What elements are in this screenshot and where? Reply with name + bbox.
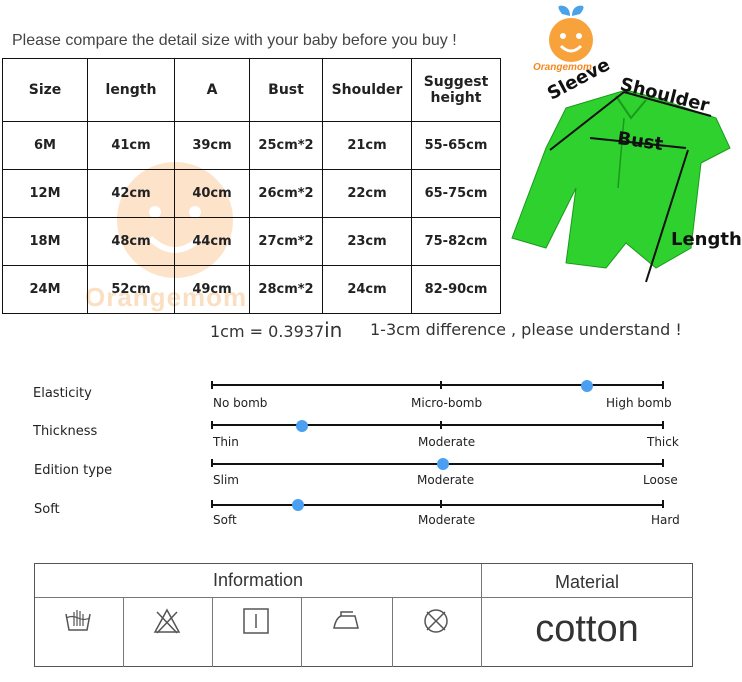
intro-text: Please compare the detail size with your… <box>12 32 457 49</box>
soft-marker <box>291 499 304 511</box>
scale-option: Moderate <box>418 435 476 449</box>
bust-header-cell: Bust <box>249 58 323 122</box>
scale-option: Moderate <box>417 473 475 487</box>
conversion-unit: in <box>324 318 343 342</box>
hand-wash-icon <box>65 610 91 631</box>
a-cell: 49cm <box>174 265 250 314</box>
scale-option: Hard <box>651 513 680 527</box>
scale-tick <box>662 500 664 508</box>
scale-option: Thin <box>213 435 239 449</box>
thickness-scale-line <box>212 424 664 426</box>
length-cell: 48cm <box>87 217 175 266</box>
length-cell: 41cm <box>87 121 175 170</box>
table-row: 18M 48cm 44cm 27cm*2 23cm 75-82cm <box>2 217 501 266</box>
a-header-cell: A <box>174 58 250 122</box>
shoulder-cell: 24cm <box>322 265 412 314</box>
scale-tick <box>440 421 442 429</box>
tumble-dry-icon <box>243 608 269 634</box>
scale-option: Micro-bomb <box>411 396 483 410</box>
scale-tick <box>211 421 213 429</box>
size-header-cell: Size <box>2 58 88 122</box>
table-row: 12M 42cm 40cm 26cm*2 22cm 65-75cm <box>2 169 501 218</box>
height-cell: 75-82cm <box>411 217 501 266</box>
scale-tick <box>211 381 213 389</box>
soft-scale-line <box>212 504 664 506</box>
scale-tick <box>211 500 213 508</box>
divider <box>35 597 481 598</box>
elasticity-scale-line <box>212 384 664 386</box>
shoulder-cell: 22cm <box>322 169 412 218</box>
scale-option: High bomb <box>606 396 672 410</box>
divider <box>392 597 393 667</box>
size-cell: 6M <box>2 121 88 170</box>
thickness-label: Thickness <box>33 424 98 439</box>
shoulder-cell: 21cm <box>322 121 412 170</box>
difference-note: 1-3cm difference , please understand ! <box>370 320 682 339</box>
divider <box>301 597 302 667</box>
scale-tick <box>440 500 442 508</box>
scale-option: Slim <box>213 473 239 487</box>
scale-tick <box>662 421 664 429</box>
length-header-cell: length <box>87 58 175 122</box>
scale-tick <box>662 459 664 467</box>
material-title: Material <box>554 572 620 592</box>
edition-type-marker <box>436 458 449 470</box>
information-title: Information <box>212 570 304 590</box>
size-table-header-row: Size length A Bust Shoulder Suggest heig… <box>2 58 501 122</box>
size-chart-table: Size length A Bust Shoulder Suggest heig… <box>2 58 501 314</box>
size-cell: 18M <box>2 217 88 266</box>
scale-tick <box>211 459 213 467</box>
iron-icon <box>333 611 359 629</box>
elasticity-label: Elasticity <box>33 386 92 401</box>
a-cell: 44cm <box>174 217 250 266</box>
divider <box>481 597 693 598</box>
table-row: 6M 41cm 39cm 25cm*2 21cm 55-65cm <box>2 121 501 170</box>
length-label: Length <box>671 229 742 250</box>
scale-option: No bomb <box>213 396 268 410</box>
bust-cell: 25cm*2 <box>249 121 323 170</box>
size-cell: 24M <box>2 265 88 314</box>
soft-label: Soft <box>34 502 60 517</box>
bust-cell: 28cm*2 <box>249 265 323 314</box>
bust-cell: 26cm*2 <box>249 169 323 218</box>
care-info-table: Information Material cotton <box>34 563 693 667</box>
height-cell: 65-75cm <box>411 169 501 218</box>
a-cell: 39cm <box>174 121 250 170</box>
conversion-prefix: 1cm = 0.3937 <box>210 322 325 341</box>
unit-conversion: 1cm = 0.3937in <box>210 318 342 342</box>
scale-tick <box>440 381 442 389</box>
scale-option: Soft <box>213 513 237 527</box>
bust-cell: 27cm*2 <box>249 217 323 266</box>
divider <box>212 597 213 667</box>
do-not-bleach-icon <box>153 608 181 634</box>
height-cell: 55-65cm <box>411 121 501 170</box>
scale-tick <box>662 381 664 389</box>
scale-option: Moderate <box>418 513 476 527</box>
elasticity-marker <box>581 380 594 392</box>
edition-type-label: Edition type <box>34 463 113 478</box>
shoulder-header-cell: Shoulder <box>322 58 412 122</box>
table-row: 24M 52cm 49cm 28cm*2 24cm 82-90cm <box>2 265 501 314</box>
length-cell: 52cm <box>87 265 175 314</box>
scale-option: Thick <box>647 435 679 449</box>
material-value: cotton <box>535 608 639 650</box>
shoulder-cell: 23cm <box>322 217 412 266</box>
orangemom-logo-icon <box>549 5 593 62</box>
suggest-height-header-cell: Suggest height <box>411 58 501 122</box>
divider <box>123 597 124 667</box>
thickness-marker <box>296 420 309 432</box>
do-not-dry-clean-icon <box>424 609 448 633</box>
scale-option: Loose <box>643 473 678 487</box>
a-cell: 40cm <box>174 169 250 218</box>
height-cell: 82-90cm <box>411 265 501 314</box>
length-cell: 42cm <box>87 169 175 218</box>
size-cell: 12M <box>2 169 88 218</box>
